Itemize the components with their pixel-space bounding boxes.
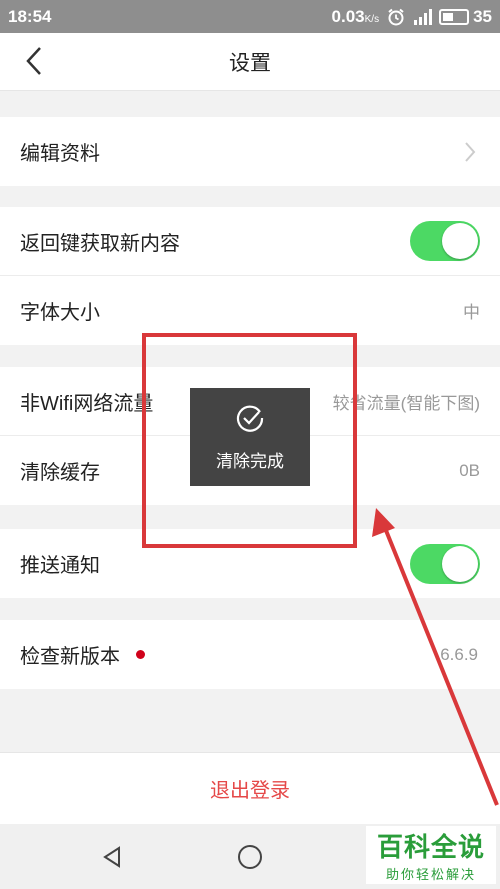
home-circle-icon[interactable] [235,842,265,872]
back-triangle-icon[interactable] [97,842,127,872]
back-refresh-toggle[interactable] [410,221,480,261]
row-label: 非Wifi网络流量 [20,392,154,415]
settings-group-push: 推送通知 [0,529,500,598]
chevron-left-icon [26,47,41,75]
check-version-label: 检查新版本 [20,646,120,668]
row-label: 编辑资料 [20,143,100,165]
logout-label: 退出登录 [210,780,290,802]
row-label: 推送通知 [20,555,100,577]
logout-button[interactable]: 退出登录 [0,752,500,824]
header-bar: 设置 [0,33,500,91]
chevron-right-icon [464,141,480,163]
update-badge [136,650,145,659]
row-back-refresh: 返回键获取新内容 [0,207,500,276]
version-value: 6.6.9 [440,644,478,664]
row-push-notifications: 推送通知 [0,529,500,598]
row-label: 清除缓存 [20,462,100,484]
settings-group-version: 检查新版本 6.6.9 [0,620,500,689]
status-time: 18:54 [8,6,52,26]
signal-icon [413,8,433,26]
back-button[interactable] [18,45,50,77]
watermark-subtitle: 助你轻松解决 [385,867,476,882]
cache-size-value: 0B [459,460,480,480]
battery-icon: 35 [439,7,492,27]
battery-level: 35 [473,6,492,26]
row-check-version[interactable]: 检查新版本 6.6.9 [0,620,500,689]
status-bar: 18:54 0.03K/s 35 [0,0,500,33]
check-circle-icon [236,405,264,432]
font-size-value: 中 [463,303,480,322]
watermark-logo: 百科全说 助你轻松解决 [366,826,496,884]
toast-text: 清除完成 [216,451,284,471]
row-label: 检查新版本 [20,640,145,669]
settings-group-profile: 编辑资料 [0,117,500,186]
row-label: 返回键获取新内容 [20,232,180,255]
page-title: 设置 [229,51,271,75]
toast: 清除完成 [190,388,310,486]
row-label: 字体大小 [20,302,100,324]
network-speed: 0.03K/s [331,6,380,26]
watermark-title: 百科全说 [376,832,485,862]
row-edit-profile[interactable]: 编辑资料 [0,117,500,186]
traffic-mode-value: 较省流量(智能下图) [332,393,480,413]
row-font-size[interactable]: 字体大小 中 [0,276,500,345]
alarm-icon [387,8,405,26]
push-notifications-toggle[interactable] [410,543,480,584]
settings-group-reading: 返回键获取新内容 字体大小 中 [0,207,500,345]
